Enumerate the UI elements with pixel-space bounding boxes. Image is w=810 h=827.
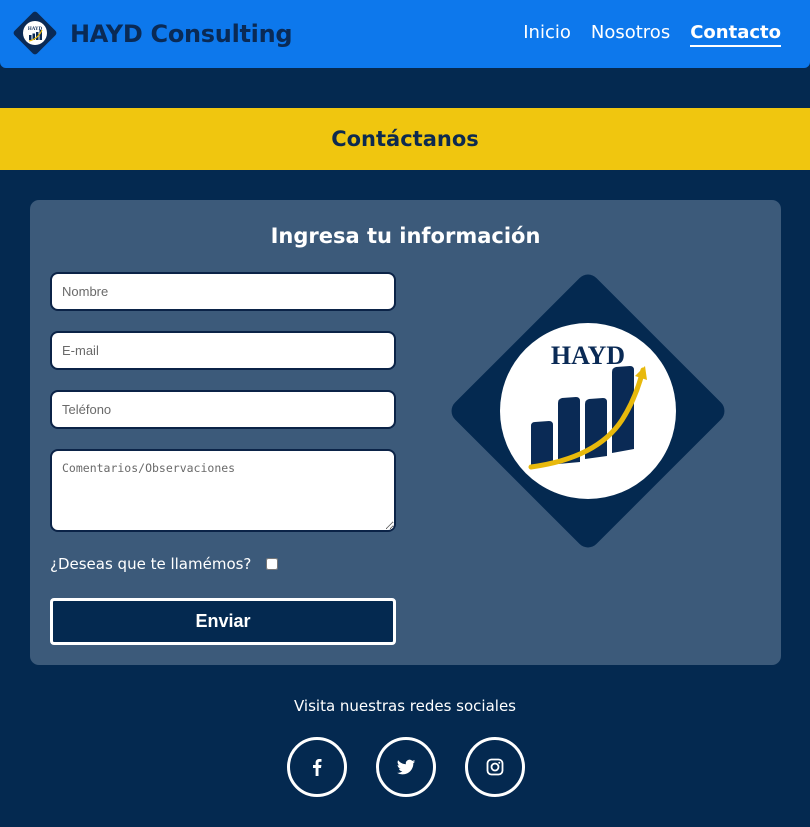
banner-title: Contáctanos (331, 127, 479, 151)
name-input[interactable] (50, 272, 396, 311)
email-input[interactable] (50, 331, 396, 370)
facebook-button[interactable] (287, 737, 347, 797)
nav-links: Inicio Nosotros Contacto (523, 22, 781, 47)
social-links (287, 737, 525, 797)
contact-card: Ingresa tu información ¿Deseas que te ll… (30, 200, 781, 665)
nav-link-contacto[interactable]: Contacto (690, 22, 781, 47)
instagram-button[interactable] (465, 737, 525, 797)
twitter-icon (396, 759, 416, 775)
call-option: ¿Deseas que te llamémos? (50, 555, 279, 573)
navbar: HAYD HAYD Consulting Inicio Nosotros Con… (0, 0, 810, 68)
svg-text:HAYD: HAYD (551, 341, 625, 370)
nav-logo[interactable]: HAYD (10, 8, 60, 58)
nav-link-inicio[interactable]: Inicio (523, 22, 571, 47)
submit-button[interactable]: Enviar (50, 598, 396, 645)
instagram-icon (486, 758, 504, 776)
call-checkbox[interactable] (266, 558, 279, 570)
twitter-button[interactable] (376, 737, 436, 797)
comments-textarea[interactable] (50, 449, 396, 532)
social-caption: Visita nuestras redes sociales (293, 697, 516, 715)
hayd-logo: HAYD (451, 274, 725, 548)
brand-name: HAYD Consulting (70, 20, 293, 48)
facebook-icon (313, 759, 322, 776)
nav-link-nosotros[interactable]: Nosotros (591, 22, 670, 47)
call-label: ¿Deseas que te llamémos? (50, 555, 252, 573)
phone-input[interactable] (50, 390, 396, 429)
contact-banner: Contáctanos (0, 108, 810, 170)
form-title: Ingresa tu información (270, 224, 541, 248)
